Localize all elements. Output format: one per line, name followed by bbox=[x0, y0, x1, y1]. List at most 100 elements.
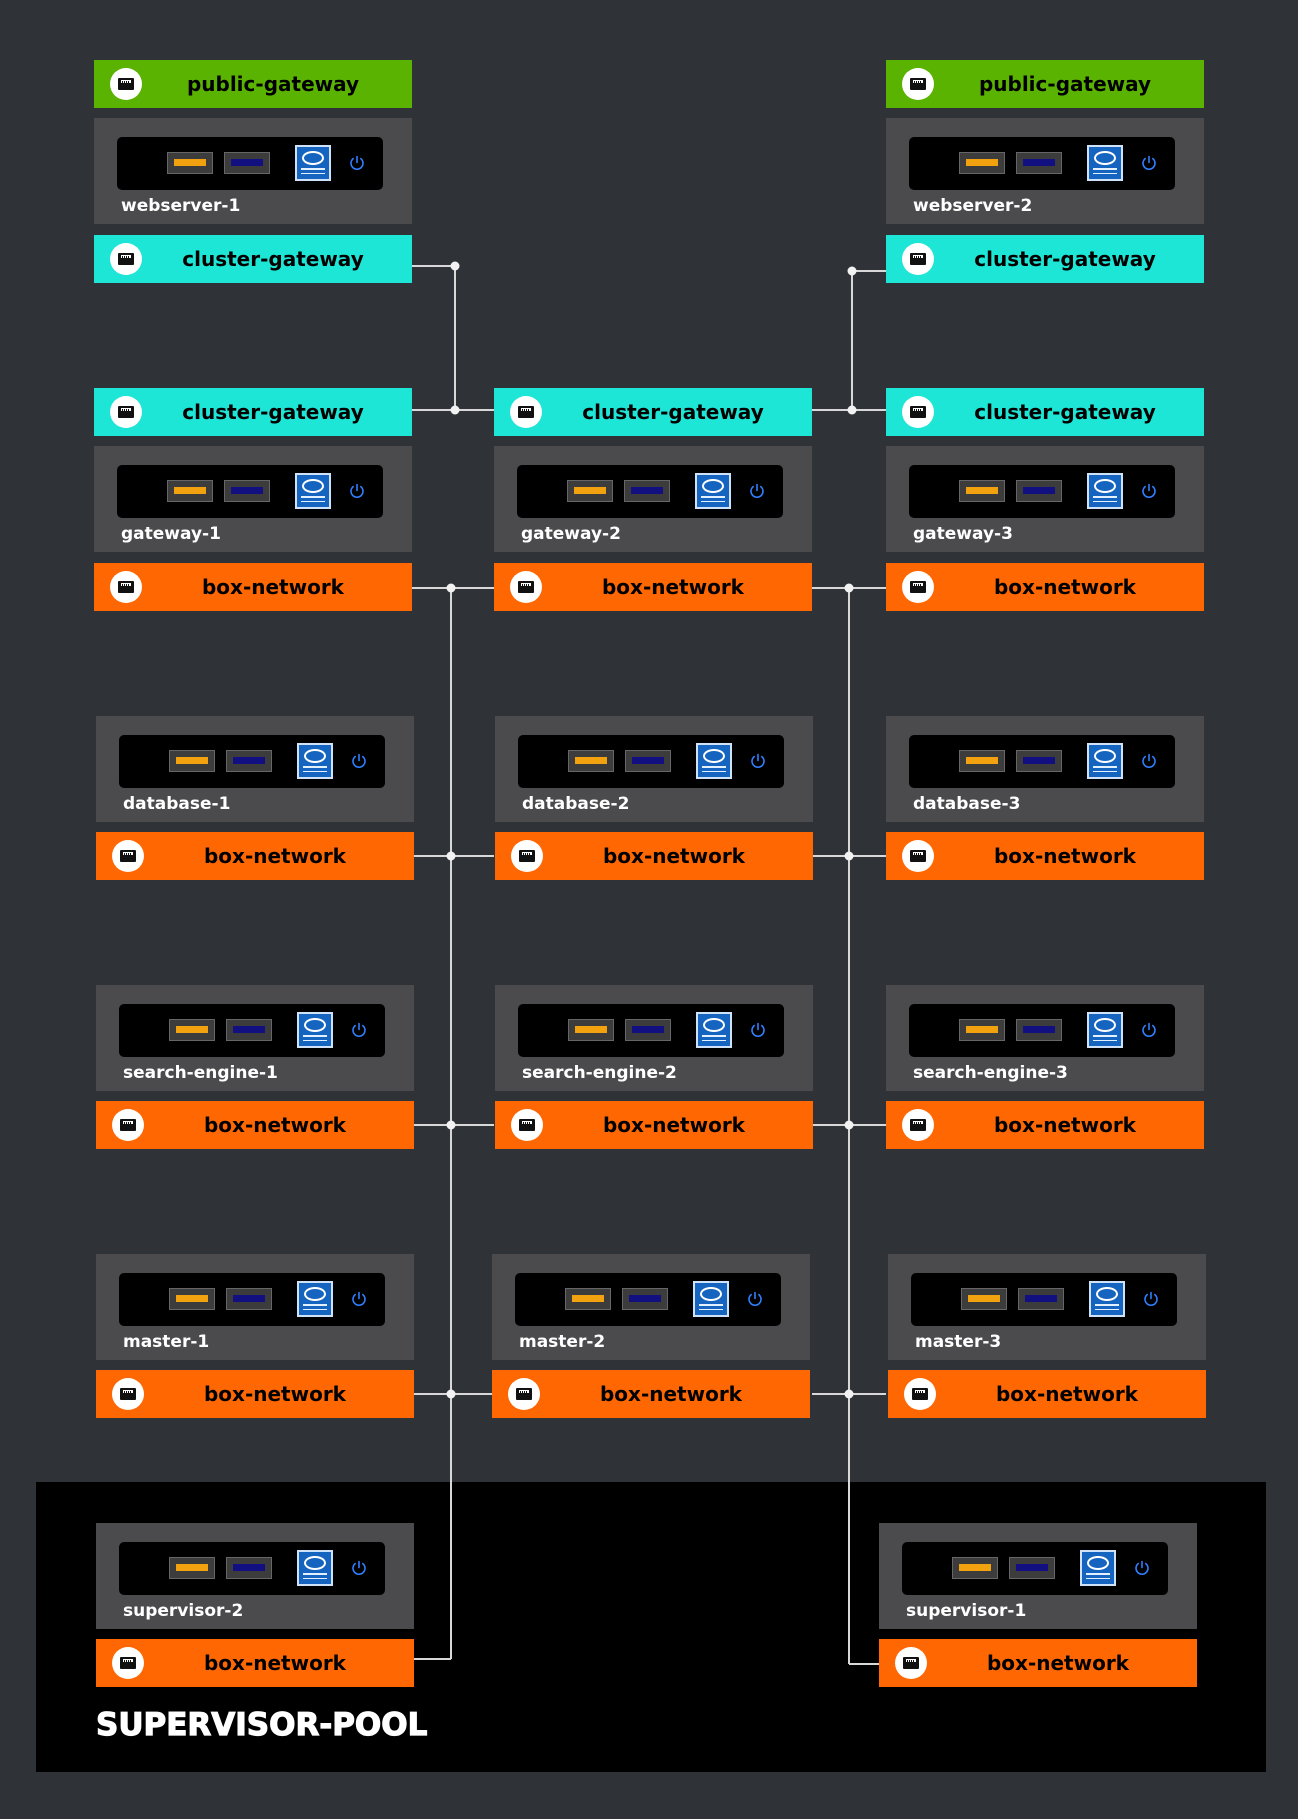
usb-port-blue-icon bbox=[625, 1019, 671, 1041]
webserver-1-top-public-gateway[interactable]: public-gateway bbox=[94, 60, 412, 108]
host-database-1[interactable]: database-1 bbox=[96, 716, 414, 822]
host-search-engine-2[interactable]: search-engine-2 bbox=[495, 985, 813, 1091]
junction-dot bbox=[844, 583, 854, 593]
ethernet-port-icon bbox=[110, 396, 142, 428]
ethernet-port-icon bbox=[902, 840, 934, 872]
power-icon[interactable] bbox=[1140, 482, 1158, 500]
database-1-bottom-box-network[interactable]: box-network bbox=[96, 832, 414, 880]
junction-dot bbox=[844, 851, 854, 861]
ethernet-port-icon bbox=[112, 840, 144, 872]
network-label: public-gateway bbox=[978, 72, 1152, 96]
usb-port-orange-icon bbox=[565, 1288, 611, 1310]
host-front-panel bbox=[117, 465, 383, 518]
power-icon[interactable] bbox=[1140, 752, 1158, 770]
intel-celeron-badge-icon bbox=[695, 473, 731, 509]
usb-port-blue-icon bbox=[224, 152, 270, 174]
network-label: box-network bbox=[203, 844, 346, 868]
power-icon[interactable] bbox=[1140, 1021, 1158, 1039]
master-3-bottom-box-network[interactable]: box-network bbox=[888, 1370, 1206, 1418]
host-front-panel bbox=[518, 735, 784, 788]
webserver-2-top-public-gateway[interactable]: public-gateway bbox=[886, 60, 1204, 108]
host-database-2[interactable]: database-2 bbox=[495, 716, 813, 822]
ethernet-port-icon bbox=[510, 396, 542, 428]
host-name: webserver-1 bbox=[121, 196, 241, 216]
power-icon[interactable] bbox=[748, 482, 766, 500]
ethernet-port-icon bbox=[508, 1378, 540, 1410]
network-label: cluster-gateway bbox=[182, 400, 364, 424]
network-label: box-network bbox=[599, 1382, 742, 1406]
gateway-3-bottom-box-network[interactable]: box-network bbox=[886, 563, 1204, 611]
junction-dot bbox=[446, 1389, 456, 1399]
webserver-1-bottom-cluster-gateway[interactable]: cluster-gateway bbox=[94, 235, 412, 283]
gateway-2-top-cluster-gateway[interactable]: cluster-gateway bbox=[494, 388, 812, 436]
master-2-bottom-box-network[interactable]: box-network bbox=[492, 1370, 810, 1418]
power-icon[interactable] bbox=[1133, 1559, 1151, 1577]
ethernet-port-icon bbox=[110, 68, 142, 100]
host-supervisor-2[interactable]: supervisor-2 bbox=[96, 1523, 414, 1629]
host-search-engine-3[interactable]: search-engine-3 bbox=[886, 985, 1204, 1091]
host-name: search-engine-1 bbox=[123, 1063, 278, 1083]
intel-celeron-badge-icon bbox=[1087, 145, 1123, 181]
host-front-panel bbox=[518, 1004, 784, 1057]
host-master-1[interactable]: master-1 bbox=[96, 1254, 414, 1360]
power-icon[interactable] bbox=[749, 752, 767, 770]
host-database-3[interactable]: database-3 bbox=[886, 716, 1204, 822]
search-engine-3-bottom-box-network[interactable]: box-network bbox=[886, 1101, 1204, 1149]
host-front-panel bbox=[909, 735, 1175, 788]
host-gateway-3[interactable]: gateway-3 bbox=[886, 446, 1204, 552]
usb-port-blue-icon bbox=[1009, 1557, 1055, 1579]
supervisor-1-bottom-box-network[interactable]: box-network bbox=[879, 1639, 1197, 1687]
usb-port-blue-icon bbox=[1018, 1288, 1064, 1310]
intel-celeron-badge-icon bbox=[1087, 743, 1123, 779]
network-label: cluster-gateway bbox=[974, 400, 1156, 424]
host-master-2[interactable]: master-2 bbox=[492, 1254, 810, 1360]
webserver-2-bottom-cluster-gateway[interactable]: cluster-gateway bbox=[886, 235, 1204, 283]
usb-port-orange-icon bbox=[959, 480, 1005, 502]
database-3-bottom-box-network[interactable]: box-network bbox=[886, 832, 1204, 880]
gateway-2-bottom-box-network[interactable]: box-network bbox=[494, 563, 812, 611]
power-icon[interactable] bbox=[350, 1021, 368, 1039]
host-search-engine-1[interactable]: search-engine-1 bbox=[96, 985, 414, 1091]
gateway-1-top-cluster-gateway[interactable]: cluster-gateway bbox=[94, 388, 412, 436]
host-gateway-1[interactable]: gateway-1 bbox=[94, 446, 412, 552]
gateway-1-bottom-box-network[interactable]: box-network bbox=[94, 563, 412, 611]
usb-port-orange-icon bbox=[568, 750, 614, 772]
intel-celeron-badge-icon bbox=[696, 743, 732, 779]
usb-port-blue-icon bbox=[625, 750, 671, 772]
network-label: cluster-gateway bbox=[582, 400, 764, 424]
gateway-3-top-cluster-gateway[interactable]: cluster-gateway bbox=[886, 388, 1204, 436]
power-icon[interactable] bbox=[1142, 1290, 1160, 1308]
power-icon[interactable] bbox=[348, 482, 366, 500]
power-icon[interactable] bbox=[348, 154, 366, 172]
power-icon[interactable] bbox=[746, 1290, 764, 1308]
power-icon[interactable] bbox=[350, 752, 368, 770]
ethernet-port-icon bbox=[112, 1109, 144, 1141]
usb-port-orange-icon bbox=[568, 1019, 614, 1041]
host-supervisor-1[interactable]: supervisor-1 bbox=[879, 1523, 1197, 1629]
power-icon[interactable] bbox=[350, 1290, 368, 1308]
usb-port-orange-icon bbox=[567, 480, 613, 502]
usb-port-blue-icon bbox=[1016, 750, 1062, 772]
usb-port-orange-icon bbox=[167, 152, 213, 174]
host-webserver-2[interactable]: webserver-2 bbox=[886, 118, 1204, 224]
host-webserver-1[interactable]: webserver-1 bbox=[94, 118, 412, 224]
usb-port-orange-icon bbox=[959, 152, 1005, 174]
master-1-bottom-box-network[interactable]: box-network bbox=[96, 1370, 414, 1418]
supervisor-2-bottom-box-network[interactable]: box-network bbox=[96, 1639, 414, 1687]
host-gateway-2[interactable]: gateway-2 bbox=[494, 446, 812, 552]
search-engine-2-bottom-box-network[interactable]: box-network bbox=[495, 1101, 813, 1149]
power-icon[interactable] bbox=[749, 1021, 767, 1039]
junction-dot bbox=[446, 851, 456, 861]
intel-celeron-badge-icon bbox=[1087, 473, 1123, 509]
network-label: box-network bbox=[986, 1651, 1129, 1675]
intel-celeron-badge-icon bbox=[1080, 1550, 1116, 1586]
host-front-panel bbox=[117, 137, 383, 190]
power-icon[interactable] bbox=[1140, 154, 1158, 172]
search-engine-1-bottom-box-network[interactable]: box-network bbox=[96, 1101, 414, 1149]
network-label: box-network bbox=[602, 844, 745, 868]
power-icon[interactable] bbox=[350, 1559, 368, 1577]
usb-port-orange-icon bbox=[961, 1288, 1007, 1310]
database-2-bottom-box-network[interactable]: box-network bbox=[495, 832, 813, 880]
host-master-3[interactable]: master-3 bbox=[888, 1254, 1206, 1360]
intel-celeron-badge-icon bbox=[693, 1281, 729, 1317]
